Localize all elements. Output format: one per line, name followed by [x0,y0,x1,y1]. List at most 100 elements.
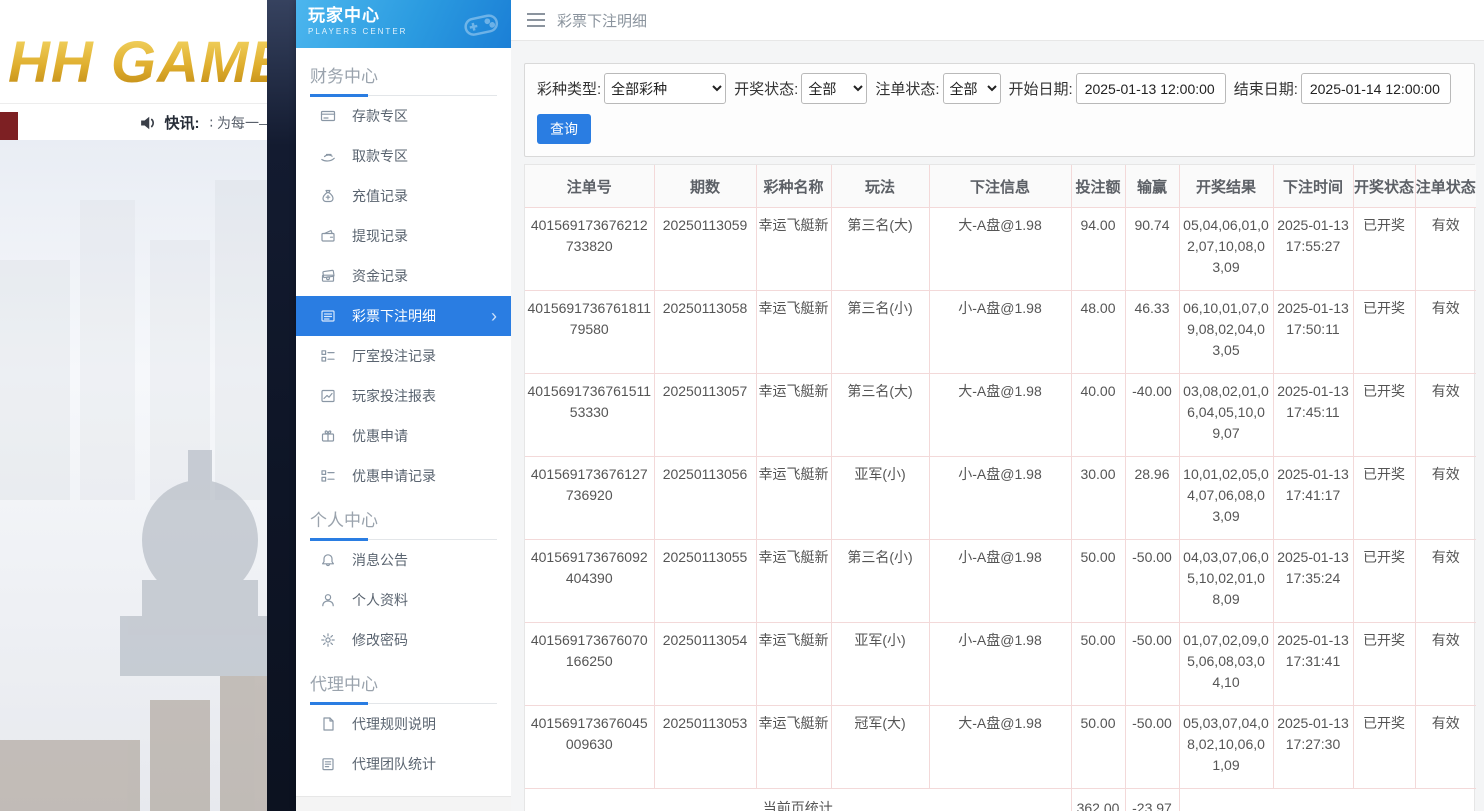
sidebar-item-deposit[interactable]: 存款专区 [296,96,511,136]
sidebar-section-label: 代理中心 [310,670,497,704]
sidebar-item-notice[interactable]: 消息公告 [296,540,511,580]
tickets-icon [320,268,336,284]
cell-bet-amount: 50.00 [1071,706,1125,789]
cell-bet-time: 2025-01-13 17:31:41 [1273,623,1353,706]
lottery-type-select[interactable]: 全部彩种 [604,73,726,104]
cell-play-type: 第三名(大) [831,208,929,291]
cell-draw-result: 10,01,02,05,04,07,06,08,03,09 [1179,457,1273,540]
chevron-right-icon: › [491,307,501,325]
cell-bet-amount: 30.00 [1071,457,1125,540]
end-date-label: 结束日期: [1234,78,1298,99]
bet-detail-table-card: 注单号期数彩种名称玩法下注信息投注额输赢开奖结果下注时间开奖状态注单状态 401… [524,164,1475,811]
sidebar-item-label: 取款专区 [352,146,408,166]
sidebar-item-withdraw[interactable]: 取款专区 [296,136,511,176]
cell-play-type: 第三名(大) [831,374,929,457]
bet-detail-table: 注单号期数彩种名称玩法下注信息投注额输赢开奖结果下注时间开奖状态注单状态 401… [525,165,1476,811]
cell-order-id: 401569173676045009630 [525,706,654,789]
draw-status-select[interactable]: 全部 [801,73,867,104]
list-check-icon [320,348,336,364]
sidebar-item-profile[interactable]: 个人资料 [296,580,511,620]
news-ticker-label: 快讯: [164,112,199,133]
sidebar-item-withdrawal-record[interactable]: 提现记录 [296,216,511,256]
cell-draw-status: 已开奖 [1353,706,1415,789]
hamburger-icon[interactable] [527,13,545,27]
main-panel: 彩票下注明细 彩种类型: 全部彩种 开奖状态: 全部 注单状态: 全部 开始 [511,0,1484,811]
gear-icon [320,632,336,648]
cell-bet-amount: 40.00 [1071,374,1125,457]
table-foot: 当前页统计362.00-23.97总统计362.00-23.97 [525,789,1476,811]
cell-order-id: 401569173676212733820 [525,208,654,291]
cell-draw-result: 03,08,02,01,06,04,05,10,09,07 [1179,374,1273,457]
sidebar-item-lottery-bet-detail[interactable]: 彩票下注明细› [296,296,511,336]
coupon-icon [320,428,336,444]
sidebar-item-label: 玩家投注报表 [352,386,436,406]
column-header-lottery-name: 彩种名称 [756,165,831,208]
search-button[interactable]: 查询 [537,114,591,144]
cell-bet-time: 2025-01-13 17:55:27 [1273,208,1353,291]
sidebar-item-label: 充值记录 [352,186,408,206]
sidebar-item-player-bet-report[interactable]: 玩家投注报表 [296,376,511,416]
list-check-icon [320,468,336,484]
column-header-bet-amount: 投注额 [1071,165,1125,208]
sidebar-item-label: 存款专区 [352,106,408,126]
cell-period: 20250113054 [654,623,756,706]
cell-order-status: 有效 [1415,374,1476,457]
cell-win-loss: -50.00 [1125,540,1179,623]
cell-play-type: 亚军(小) [831,457,929,540]
sidebar-item-funds-record[interactable]: 资金记录 [296,256,511,296]
sidebar-item-promo-apply[interactable]: 优惠申请 [296,416,511,456]
order-status-select[interactable]: 全部 [943,73,1001,104]
main-topbar: 彩票下注明细 [511,0,1484,41]
sidebar-item-recharge-record[interactable]: 充值记录 [296,176,511,216]
start-date-input[interactable] [1076,73,1226,104]
sidebar-item-label: 优惠申请 [352,426,408,446]
city-photo [0,140,267,811]
summary-row-current-page: 当前页统计362.00-23.97 [525,789,1476,811]
sidebar-item-promo-apply-record[interactable]: 优惠申请记录 [296,456,511,496]
sidebar-item-hall-bet-record[interactable]: 厅室投注记录 [296,336,511,376]
cell-win-loss: -50.00 [1125,623,1179,706]
cell-draw-result: 05,04,06,01,02,07,10,08,03,09 [1179,208,1273,291]
cell-play-type: 第三名(小) [831,540,929,623]
speaker-icon [138,113,158,133]
cell-bet-info: 大-A盘@1.98 [929,374,1071,457]
cell-period: 20250113053 [654,706,756,789]
sidebar-item-label: 资金记录 [352,266,408,286]
cell-lottery-name: 幸运飞艇新 [756,540,831,623]
wallet-icon [320,228,336,244]
sidebar-nav: 财务中心存款专区取款专区充值记录提现记录资金记录彩票下注明细›厅室投注记录玩家投… [296,48,511,796]
cell-draw-status: 已开奖 [1353,291,1415,374]
cell-win-loss: -50.00 [1125,706,1179,789]
page-title: 彩票下注明细 [557,10,647,31]
summary-bet-total: 362.00 [1071,789,1125,811]
sidebar-item-agent-rules[interactable]: 代理规则说明 [296,704,511,744]
cell-order-id: 401569173676127736920 [525,457,654,540]
table-row: 40156917367615115333020250113057幸运飞艇新第三名… [525,374,1476,457]
cell-draw-status: 已开奖 [1353,623,1415,706]
news-ticker-text: ∶ 为每一— [209,113,267,133]
cell-bet-time: 2025-01-13 17:27:30 [1273,706,1353,789]
background-page: HH GAME 快讯: ∶ 为每一— [0,0,267,811]
table-row: 40156917367612773692020250113056幸运飞艇新亚军(… [525,457,1476,540]
cell-lottery-name: 幸运飞艇新 [756,291,831,374]
table-row: 40156917367604500963020250113053幸运飞艇新冠军(… [525,706,1476,789]
end-date-input[interactable] [1301,73,1451,104]
sidebar-item-change-password[interactable]: 修改密码 [296,620,511,660]
cell-bet-info: 大-A盘@1.98 [929,706,1071,789]
sidebar-item-label: 提现记录 [352,226,408,246]
cell-draw-result: 04,03,07,06,05,10,02,01,08,09 [1179,540,1273,623]
sidebar-item-agent-team-stats[interactable]: 代理团队统计 [296,744,511,784]
cell-play-type: 冠军(大) [831,706,929,789]
cell-bet-amount: 48.00 [1071,291,1125,374]
column-header-play-type: 玩法 [831,165,929,208]
cell-play-type: 亚军(小) [831,623,929,706]
players-center-sidebar: 玩家中心 PLAYERS CENTER 财务中心存款专区取款专区充值记录提现记录… [296,0,511,811]
cell-draw-result: 01,07,02,09,05,06,08,03,04,10 [1179,623,1273,706]
draw-status-label: 开奖状态: [734,78,798,99]
column-header-order-status: 注单状态 [1415,165,1476,208]
column-header-draw-status: 开奖状态 [1353,165,1415,208]
cell-bet-amount: 94.00 [1071,208,1125,291]
cell-bet-amount: 50.00 [1071,623,1125,706]
column-header-bet-info: 下注信息 [929,165,1071,208]
cell-play-type: 第三名(小) [831,291,929,374]
